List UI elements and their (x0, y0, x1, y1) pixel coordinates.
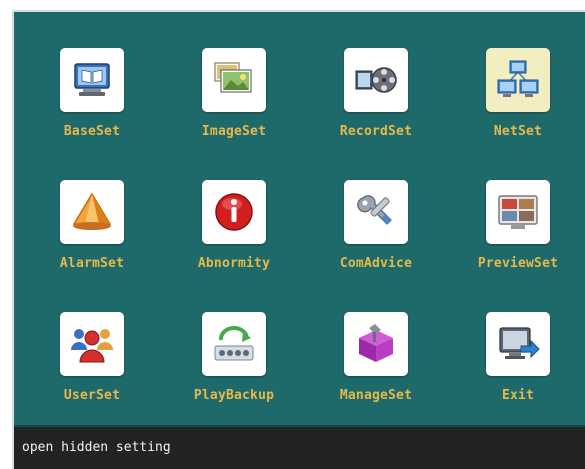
tile-label: AlarmSet (59, 256, 125, 271)
info-warning-icon (202, 180, 266, 244)
tile-exit[interactable]: Exit (448, 290, 585, 422)
tile-label: Abnormity (197, 256, 271, 271)
tile-label: PlayBackup (193, 388, 275, 403)
tile-label: ImageSet (201, 124, 267, 139)
status-text: open hidden setting (22, 440, 171, 455)
tools-wrench-icon (344, 180, 408, 244)
tile-label: RecordSet (339, 124, 413, 139)
tile-label: Exit (501, 388, 535, 403)
tile-baseset[interactable]: BaseSet (22, 26, 162, 158)
tile-label: ComAdvice (339, 256, 413, 271)
tile-label: PreviewSet (477, 256, 559, 271)
tile-alarmset[interactable]: AlarmSet (22, 158, 162, 290)
tile-imageset[interactable]: ImageSet (164, 26, 304, 158)
manage-box-icon (344, 312, 408, 376)
tile-label: ManageSet (339, 388, 413, 403)
tile-previewset[interactable]: PreviewSet (448, 158, 585, 290)
tile-comadvice[interactable]: ComAdvice (306, 158, 446, 290)
tile-label: NetSet (493, 124, 543, 139)
playback-backup-icon (202, 312, 266, 376)
film-reel-icon (344, 48, 408, 112)
network-computers-icon (486, 48, 550, 112)
monitor-book-icon (60, 48, 124, 112)
settings-menu-window: BaseSet ImageSet RecordSet NetSet AlarmS… (12, 10, 585, 469)
tile-userset[interactable]: UserSet (22, 290, 162, 422)
settings-icon-grid: BaseSet ImageSet RecordSet NetSet AlarmS… (14, 12, 585, 427)
users-icon (60, 312, 124, 376)
image-stack-icon (202, 48, 266, 112)
exit-monitor-icon (486, 312, 550, 376)
status-bar: open hidden setting (14, 425, 585, 469)
tile-recordset[interactable]: RecordSet (306, 26, 446, 158)
tile-manageset[interactable]: ManageSet (306, 290, 446, 422)
tile-abnormity[interactable]: Abnormity (164, 158, 304, 290)
alarm-cone-icon (60, 180, 124, 244)
tile-playbackup[interactable]: PlayBackup (164, 290, 304, 422)
tile-label: UserSet (63, 388, 121, 403)
tile-label: BaseSet (63, 124, 121, 139)
tile-netset[interactable]: NetSet (448, 26, 585, 158)
preview-screen-icon (486, 180, 550, 244)
